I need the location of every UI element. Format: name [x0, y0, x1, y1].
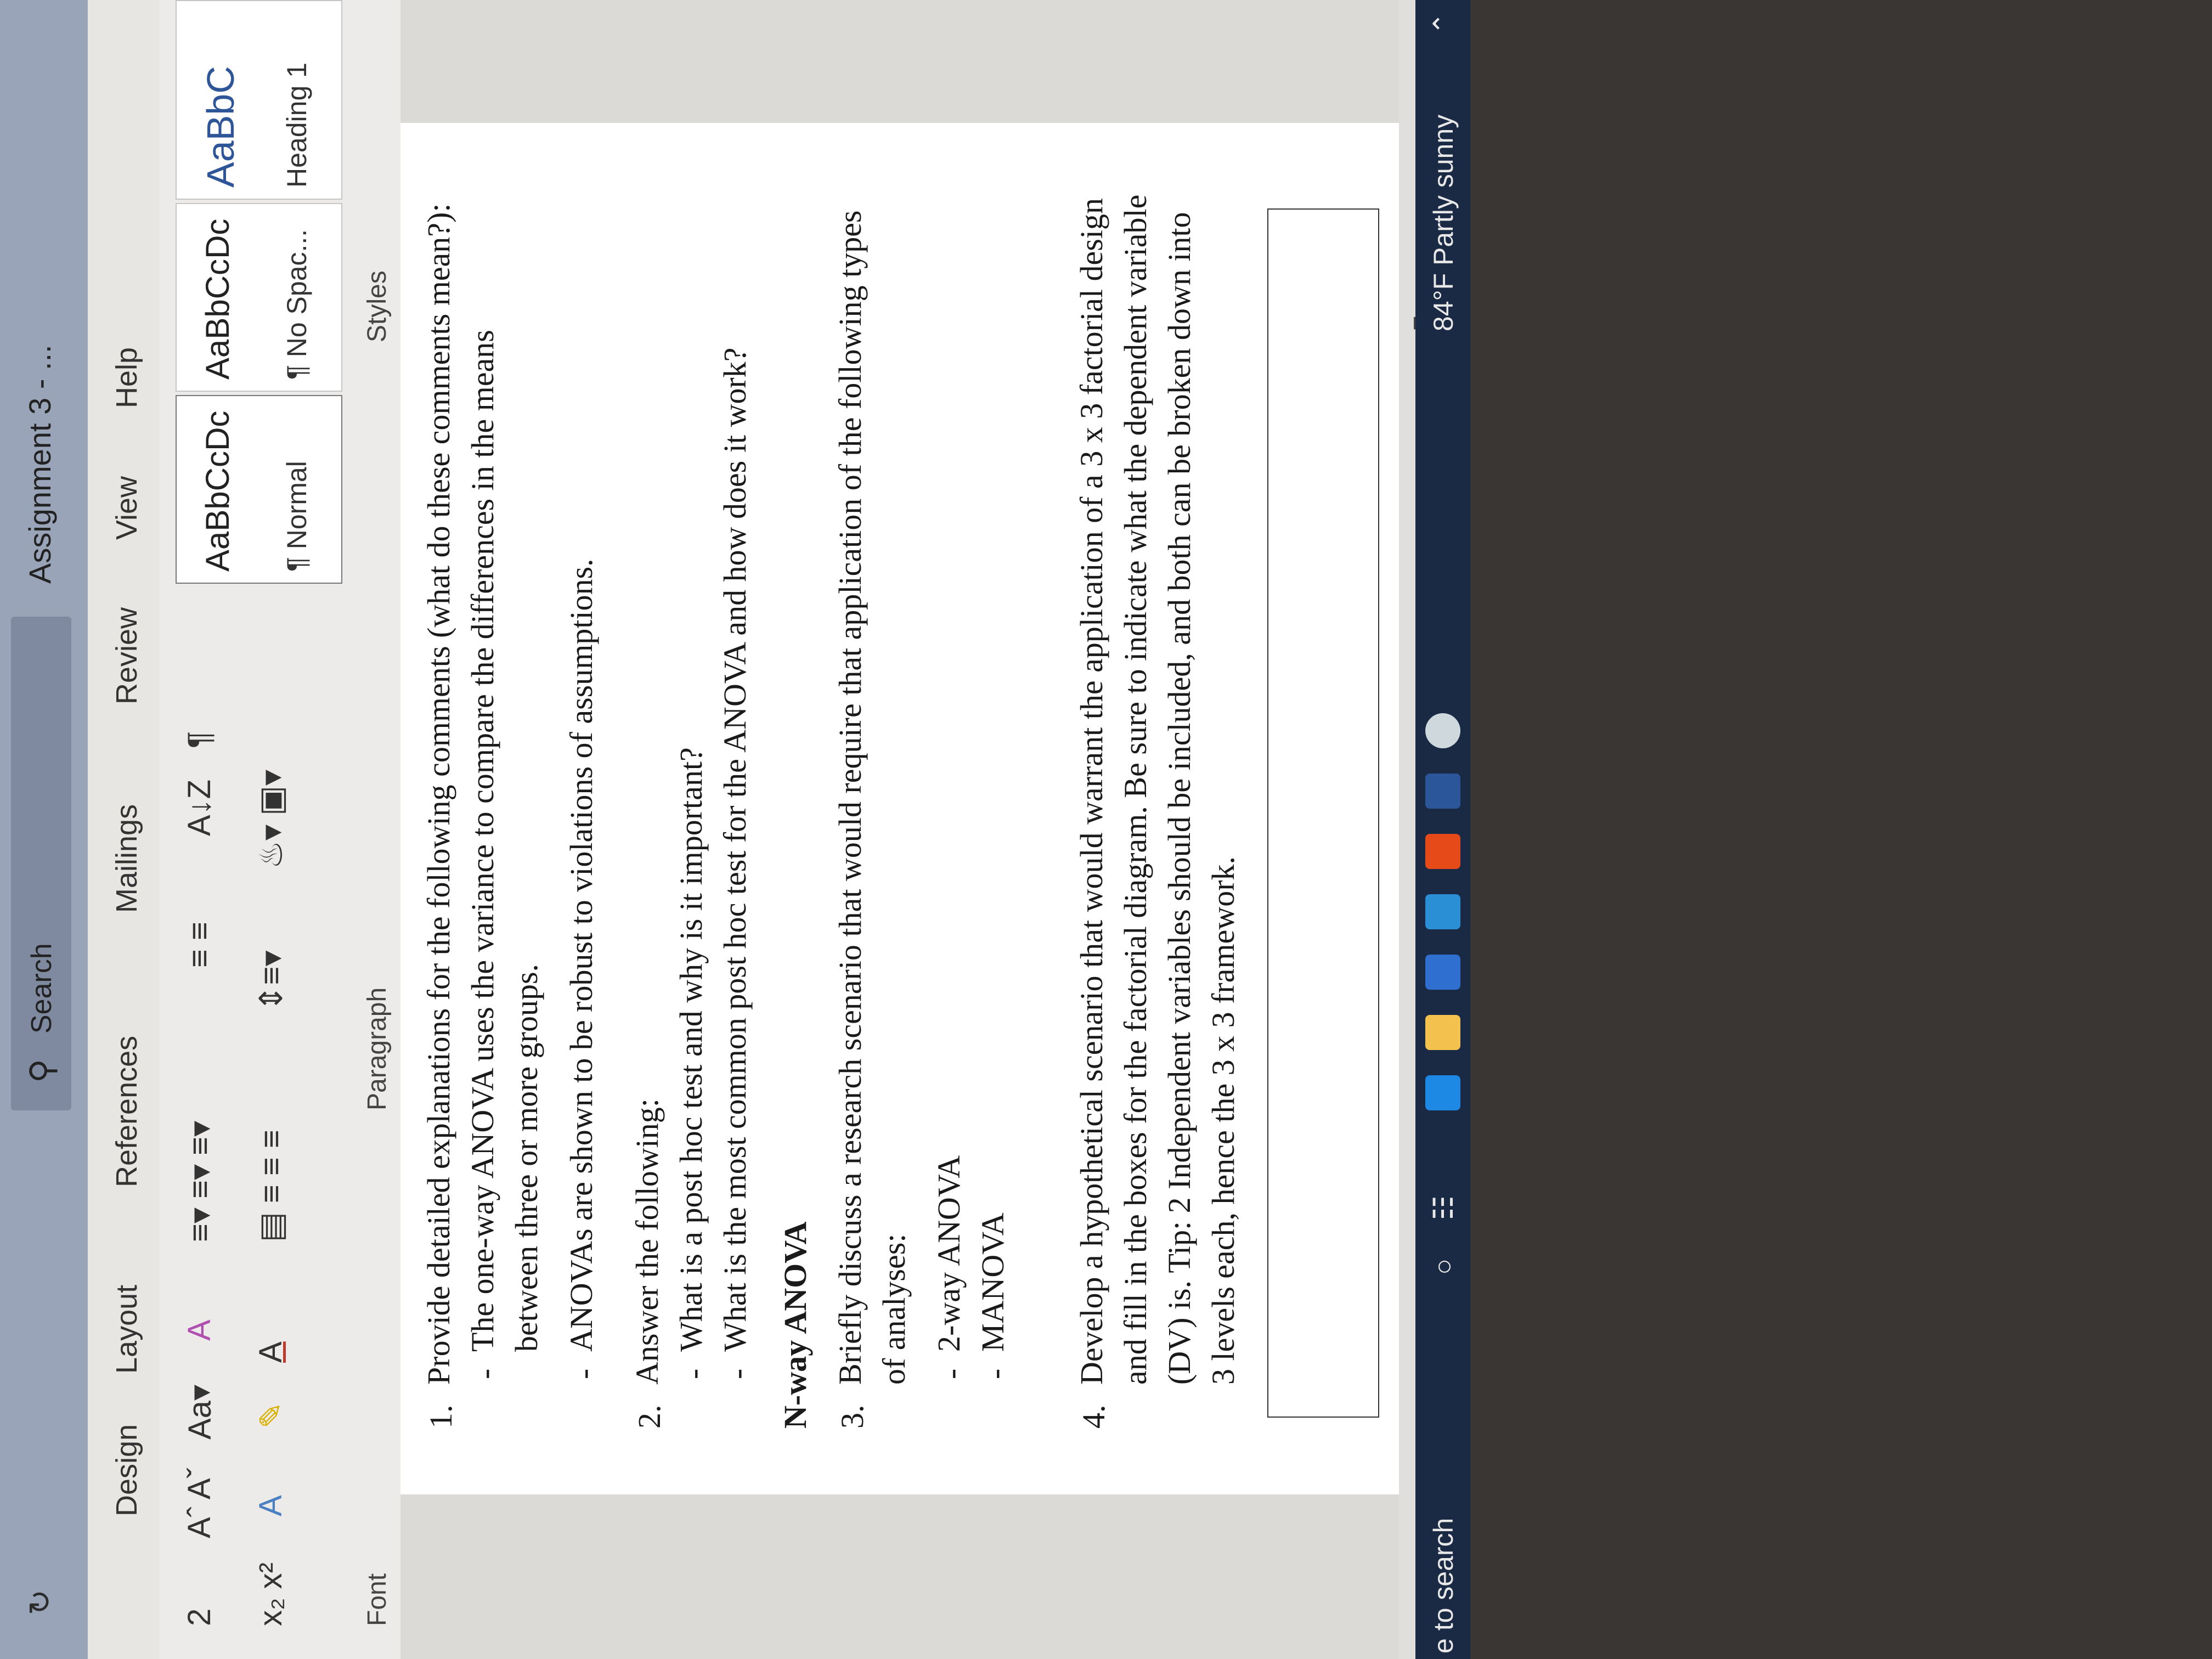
sort-icon[interactable]: A↓Z — [181, 780, 218, 836]
grow-font-icon[interactable]: Aˆ Aˇ — [181, 1468, 218, 1538]
pilcrow-icon[interactable]: ¶ — [181, 731, 218, 748]
search-box[interactable]: ⚲ Search — [11, 617, 71, 1110]
q3-line-2: of analyses: — [876, 1233, 912, 1385]
store-icon[interactable] — [1425, 955, 1460, 990]
section-heading: N-way ANOVA — [777, 1221, 813, 1429]
bullet-dash: - — [933, 1368, 969, 1379]
edge-icon[interactable] — [1425, 1075, 1460, 1110]
style-normal[interactable]: AaBbCcDc ¶ Normal — [176, 395, 342, 584]
bullet-dash: - — [675, 1368, 711, 1379]
screen: ↻ Assignment 3 - ... ⚲ Search Design Lay… — [0, 0, 1470, 1659]
tab-view[interactable]: View — [110, 476, 144, 540]
q3-number: 3. — [834, 1404, 870, 1429]
font-size-box[interactable]: 2 — [181, 1609, 218, 1626]
highlight-icon[interactable]: ✎ — [252, 1402, 290, 1429]
styles-group-label: Styles — [363, 270, 392, 342]
tab-layout[interactable]: Layout — [110, 1285, 144, 1374]
cortana-icon[interactable]: ○ — [1427, 1259, 1459, 1275]
tab-review[interactable]: Review — [110, 607, 144, 704]
q3-bullet-1: 2-way ANOVA — [931, 1155, 967, 1352]
tab-references[interactable]: References — [110, 1036, 144, 1187]
document-title: Assignment 3 - ... — [22, 345, 57, 584]
bullet-dash: - — [566, 1368, 601, 1379]
q3-bullet-2: MANOVA — [975, 1212, 1011, 1352]
document-area: 1. Provide detailed explanations for the… — [400, 0, 1399, 1659]
search-icon: ⚲ — [24, 1059, 60, 1083]
app-icon[interactable] — [1425, 713, 1460, 748]
style-no-spacing[interactable]: AaBbCcDc ¶ No Spac... — [176, 203, 342, 392]
q4-line-1: Develop a hypothetical scenario that wou… — [1074, 198, 1109, 1385]
mail-icon[interactable] — [1425, 894, 1460, 929]
q4-number: 4. — [1076, 1404, 1111, 1429]
font-color-icon[interactable]: A — [252, 1341, 289, 1363]
style-heading-1[interactable]: AaBbC Heading 1 — [176, 0, 342, 200]
subscript-icon[interactable]: x₂ x² — [252, 1562, 289, 1626]
word-icon[interactable] — [1425, 774, 1460, 809]
q1-bullet-2: ANOVAs are shown to be robust to violati… — [563, 558, 599, 1352]
bullet-dash: - — [719, 1368, 755, 1379]
ribbon-tabs: Design Layout References Mailings Review… — [88, 0, 159, 1659]
tab-design[interactable]: Design — [110, 1424, 144, 1516]
file-explorer-icon[interactable] — [1425, 1015, 1460, 1050]
text-effects-icon[interactable]: A — [252, 1495, 289, 1516]
align-icons[interactable]: ▤ ≡ ≡ ≡ — [252, 1130, 290, 1242]
q3-line-1: Briefly discuss a research scenario that… — [832, 210, 868, 1385]
q4-line-3: (DV) is. Tip: 2 Independent variables sh… — [1161, 212, 1197, 1385]
taskbar: e to search ○ ☷ 84°F Partly sunny ⌃ — [1415, 0, 1470, 1659]
style-sample: AaBbCcDc — [199, 218, 236, 380]
style-name: ¶ No Spac... — [281, 229, 312, 380]
q2-number: 2. — [631, 1404, 667, 1429]
q2-bullet-1: What is a post hoc test and why is it im… — [673, 747, 709, 1352]
tab-help[interactable]: Help — [110, 347, 144, 408]
line-spacing-icon[interactable]: ⇕≡▾ — [252, 950, 290, 1012]
q4-line-2: and fill in the boxes for the factorial … — [1118, 194, 1153, 1385]
q2-text: Answer the following: — [629, 1098, 665, 1385]
q4-line-4: 3 levels each, hence the 3 x 3 framework… — [1205, 856, 1241, 1385]
taskbar-search[interactable]: e to search — [1427, 1518, 1459, 1654]
factorial-diagram-box[interactable] — [1267, 208, 1379, 1418]
clear-formatting-icon[interactable]: A — [181, 1319, 218, 1341]
ribbon: 2 Aˆ Aˇ Aa▾ A x₂ x² A ✎ A ≡▾ ≡▾ ≡▾ ≡ ≡ A… — [159, 0, 402, 1659]
shading-icon[interactable]: ♨▾ ▣▾ — [252, 770, 290, 869]
q1-number: 1. — [423, 1404, 459, 1429]
bullet-dash: - — [977, 1368, 1013, 1379]
weather-widget[interactable]: 84°F Partly sunny — [1427, 115, 1459, 331]
q1-bullet-1-line-2: between three or more groups. — [509, 963, 544, 1352]
style-sample: AaBbC — [199, 66, 242, 188]
bullet-dash: - — [467, 1368, 503, 1379]
q2-bullet-2: What is the most common post hoc test fo… — [717, 347, 753, 1352]
font-group-label: Font — [363, 1573, 392, 1626]
task-view-icon[interactable]: ☷ — [1427, 1195, 1459, 1220]
change-case-icon[interactable]: Aa▾ — [181, 1385, 218, 1440]
chevron-up-icon[interactable]: ⌃ — [1427, 12, 1459, 35]
tab-mailings[interactable]: Mailings — [110, 804, 144, 913]
search-label: Search — [26, 943, 58, 1034]
title-bar: ↻ Assignment 3 - ... ⚲ Search — [0, 0, 88, 1659]
q1-text: Provide detailed explanations for the fo… — [421, 203, 456, 1385]
bullets-icon[interactable]: ≡▾ ≡▾ ≡▾ — [181, 1121, 218, 1242]
quick-access-icon[interactable]: ↻ — [22, 1589, 58, 1615]
style-name: Heading 1 — [281, 63, 312, 188]
style-sample: AaBbCcDc — [199, 410, 236, 572]
indent-icon[interactable]: ≡ ≡ — [181, 922, 218, 968]
document-page[interactable]: 1. Provide detailed explanations for the… — [400, 123, 1399, 1494]
office-icon[interactable] — [1425, 834, 1460, 869]
style-name: ¶ Normal — [281, 461, 312, 572]
q1-bullet-1-line-1: The one-way ANOVA uses the variance to c… — [465, 330, 500, 1352]
paragraph-group-label: Paragraph — [363, 987, 392, 1110]
